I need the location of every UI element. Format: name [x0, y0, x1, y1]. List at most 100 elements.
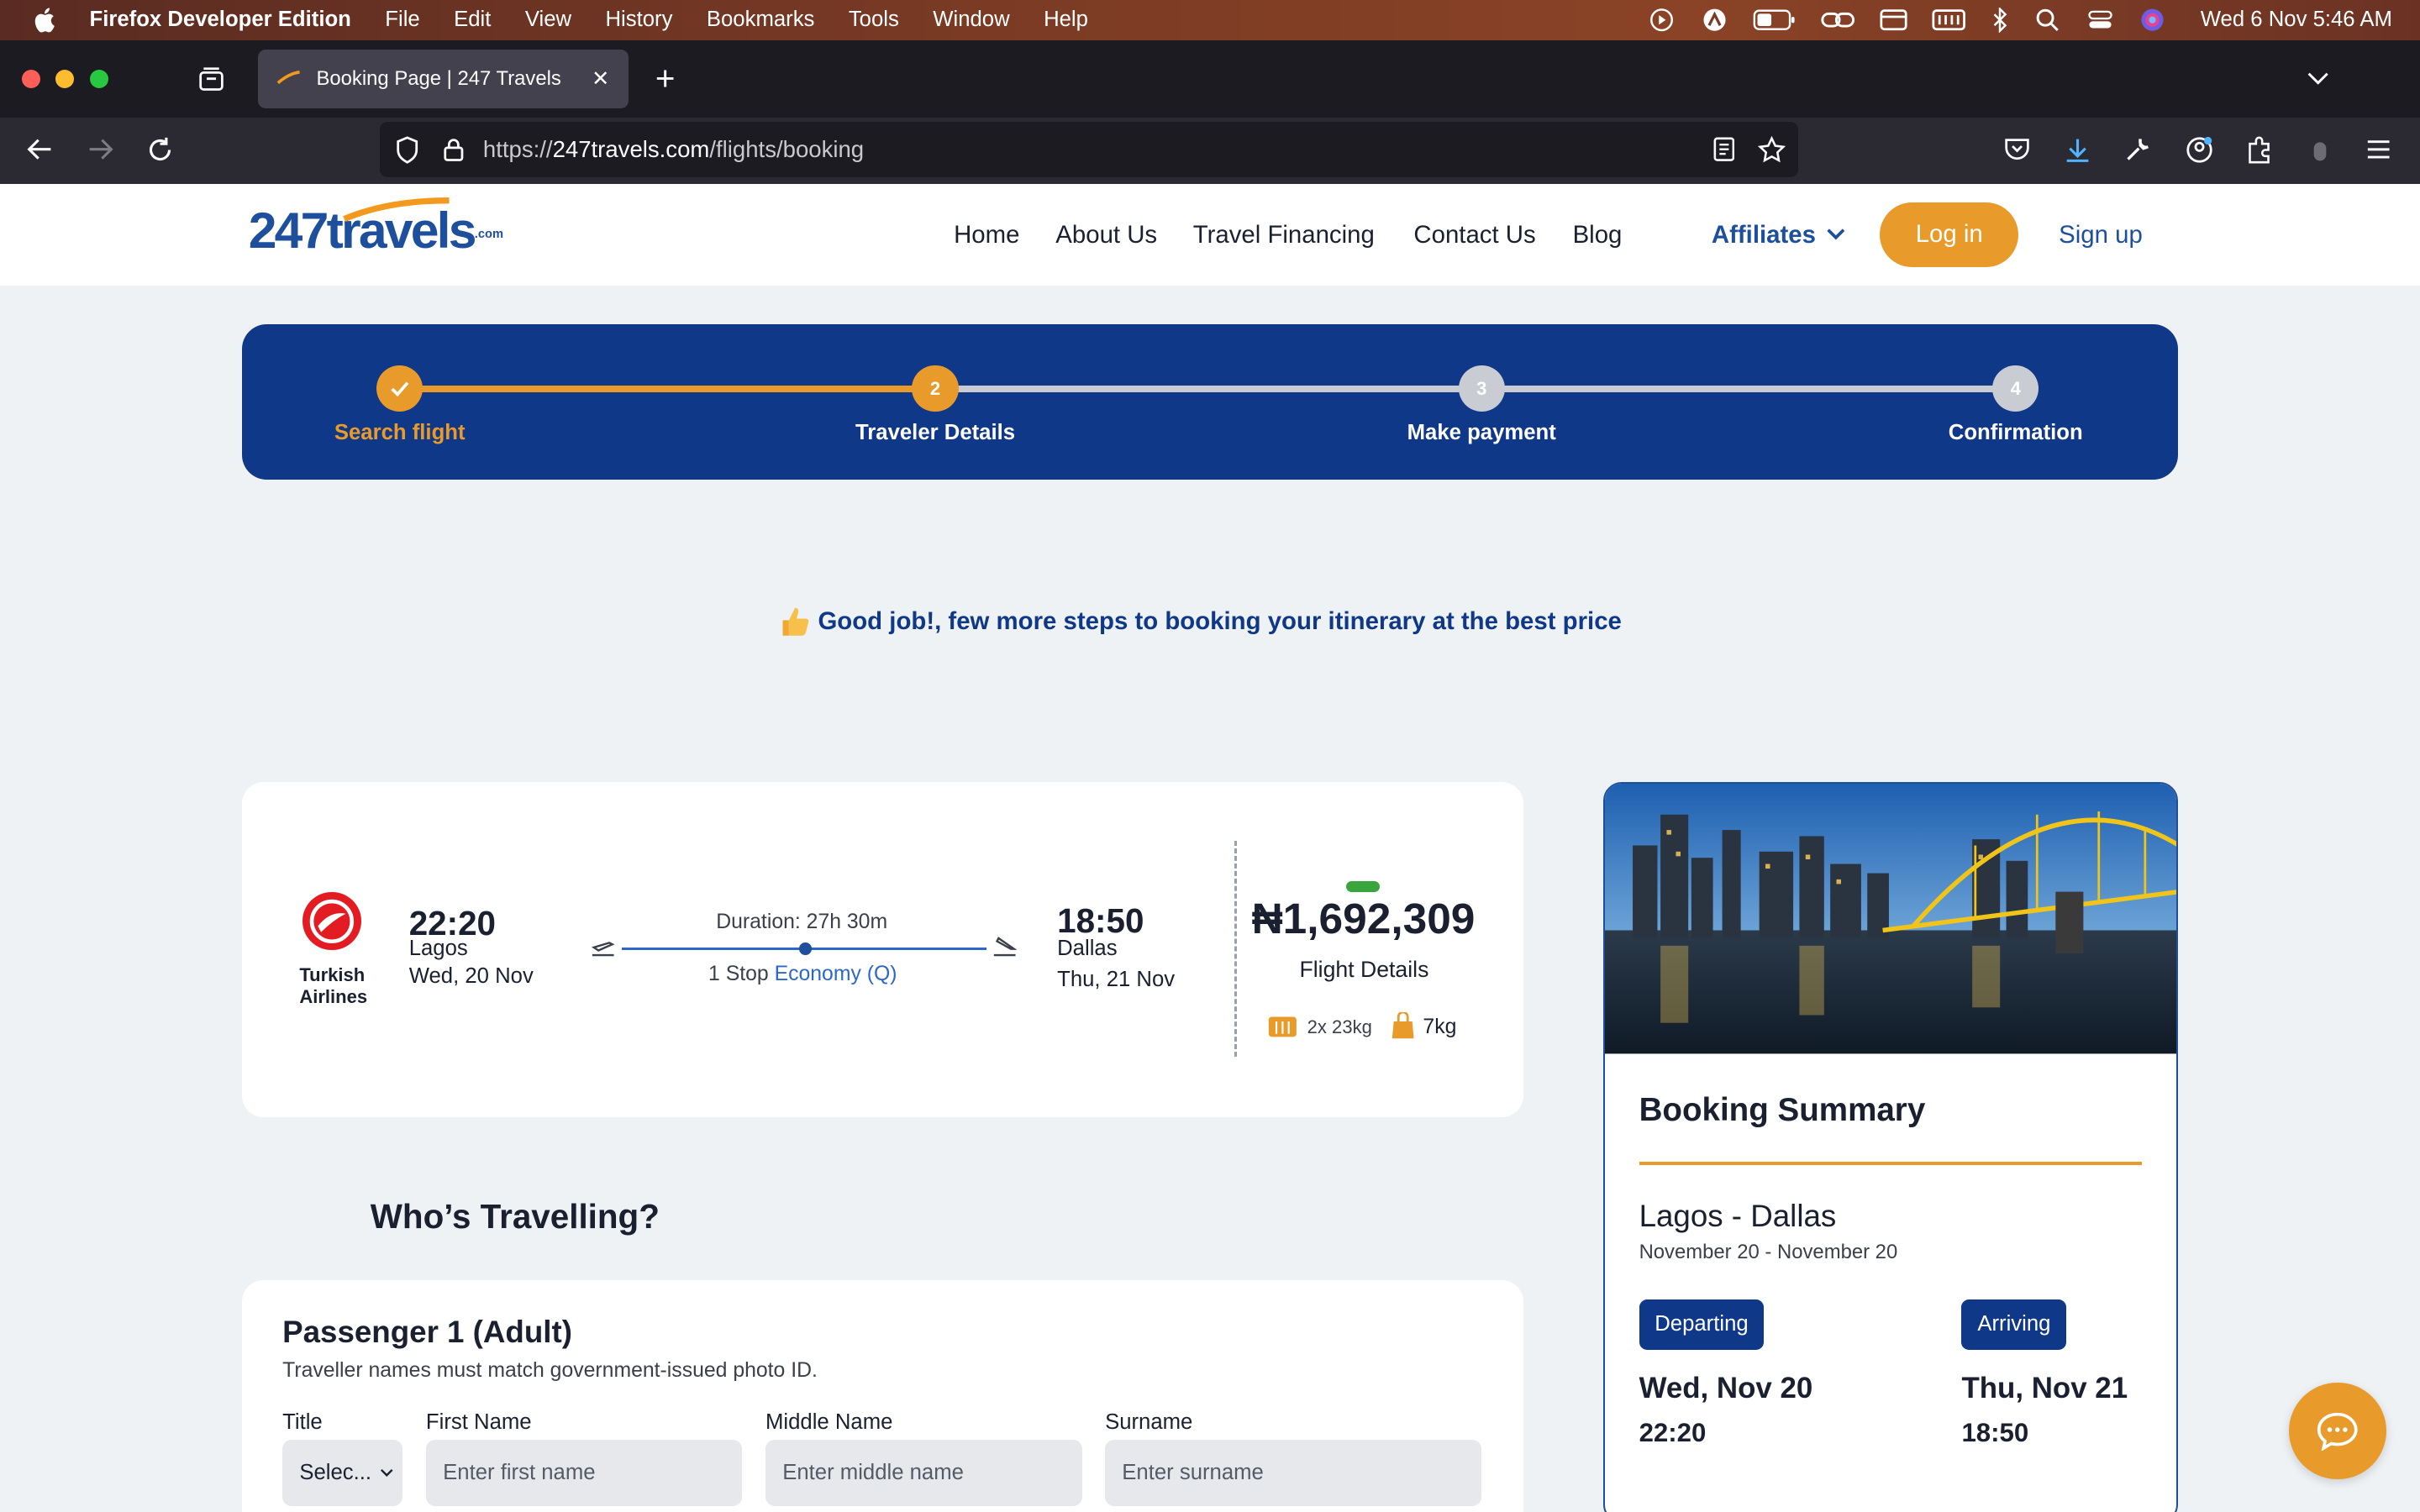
price-tag-indicator: [1345, 880, 1380, 892]
first-name-input[interactable]: Enter first name: [425, 1439, 743, 1506]
apple-icon[interactable]: [34, 8, 55, 33]
link-icon[interactable]: [1821, 8, 1855, 32]
menu-view[interactable]: View: [525, 8, 571, 32]
malwarebytes-icon[interactable]: [1701, 8, 1728, 32]
stops-count: 1 Stop: [708, 963, 769, 986]
list-all-tabs-icon[interactable]: [2302, 63, 2333, 94]
downloads-icon[interactable]: [2062, 134, 2093, 165]
menu-window[interactable]: Window: [933, 8, 1009, 32]
new-tab-icon[interactable]: +: [650, 59, 681, 97]
extensions-icon[interactable]: [2244, 134, 2275, 165]
affiliates-dropdown[interactable]: Affiliates: [1712, 221, 1847, 249]
cabin-baggage: 7kg: [1423, 1015, 1457, 1038]
summary-arriving-time: 18:50: [1961, 1417, 2029, 1447]
battery-icon[interactable]: [1753, 8, 1796, 32]
menu-history[interactable]: History: [605, 8, 672, 32]
takeoff-icon: [592, 941, 615, 957]
cabin-class-link[interactable]: Economy (Q): [775, 963, 897, 985]
tab-close-icon[interactable]: ✕: [592, 66, 610, 92]
checked-baggage: 2x 23kg: [1307, 1016, 1372, 1038]
url-text[interactable]: https://247travels.com/flights/booking: [483, 136, 864, 163]
departing-badge: Departing: [1639, 1299, 1765, 1351]
window-zoom-button[interactable]: [89, 69, 108, 88]
travellers-heading: Who’s Travelling?: [370, 1197, 660, 1236]
chat-button[interactable]: [2288, 1382, 2386, 1480]
tracking-shield-icon[interactable]: [393, 135, 421, 164]
stopover-dot: [799, 942, 813, 955]
keyboard-icon[interactable]: [1932, 8, 1966, 32]
middle-name-input[interactable]: Enter middle name: [765, 1439, 1082, 1506]
arriving-badge: Arriving: [1961, 1299, 2067, 1351]
title-label: Title: [282, 1410, 323, 1434]
nav-contact-us[interactable]: Contact Us: [1413, 221, 1535, 249]
back-icon[interactable]: [24, 134, 55, 165]
menubar-clock[interactable]: Wed 6 Nov 5:46 AM: [2201, 8, 2392, 32]
account-icon[interactable]: [2184, 134, 2215, 165]
surname-label: Surname: [1105, 1410, 1193, 1434]
hamburger-menu-icon[interactable]: [2363, 134, 2394, 165]
forward-icon[interactable]: [85, 134, 116, 165]
airline-name-line1: Turkish: [299, 963, 366, 985]
airline-name: Turkish Airlines: [299, 963, 368, 1007]
plane-favicon-icon: [276, 71, 300, 85]
control-center-icon[interactable]: [2086, 8, 2114, 32]
menu-help[interactable]: Help: [1044, 8, 1088, 32]
window-close-button[interactable]: [21, 69, 40, 88]
spotlight-search-icon[interactable]: [2033, 8, 2061, 32]
devtools-wrench-icon[interactable]: [2122, 134, 2153, 165]
summary-departing-time: 22:20: [1639, 1417, 1707, 1447]
airline-name-line2: Airlines: [299, 985, 368, 1007]
nav-about-us[interactable]: About Us: [1055, 221, 1157, 249]
step-1-label[interactable]: Search flight: [334, 421, 466, 445]
summary-dates: November 20 - November 20: [1639, 1240, 1898, 1263]
landing-icon: [993, 936, 1018, 957]
progress-message: Good job!, few more steps to booking you…: [778, 605, 1622, 638]
card-divider: [1234, 841, 1237, 1058]
flight-details-link[interactable]: Flight Details: [1300, 957, 1429, 983]
menu-bookmarks[interactable]: Bookmarks: [707, 8, 815, 32]
first-name-label: First Name: [425, 1410, 532, 1434]
chat-bubble-icon: [2317, 1412, 2358, 1452]
pocket-icon[interactable]: [2002, 134, 2033, 165]
play-icon[interactable]: [1648, 8, 1676, 32]
passenger-title: Passenger 1 (Adult): [282, 1314, 572, 1349]
affiliates-label: Affiliates: [1711, 220, 1816, 249]
surname-input[interactable]: Enter surname: [1105, 1439, 1482, 1506]
reload-icon[interactable]: [145, 134, 176, 165]
title-select[interactable]: Selec...: [282, 1439, 403, 1506]
chevron-down-icon: [1827, 228, 1845, 240]
step-2-label: Traveler Details: [855, 421, 1016, 445]
logo-swoosh-icon: [343, 197, 450, 223]
tab-booking-page[interactable]: Booking Page | 247 Travels ✕: [257, 49, 629, 108]
city-skyline-image: [1605, 784, 2176, 1054]
title-select-value: Selec...: [299, 1460, 372, 1484]
step-3-badge: 3: [1458, 365, 1505, 412]
site-logo[interactable]: 247travels.com: [249, 197, 503, 260]
menubar-app-name[interactable]: Firefox Developer Edition: [90, 8, 351, 32]
stops-info: 1 Stop Economy (Q): [708, 963, 897, 986]
bluetooth-icon[interactable]: [1991, 8, 2009, 33]
extension-badge-icon[interactable]: [2304, 134, 2335, 165]
arrive-city: Dallas: [1057, 936, 1118, 960]
nav-blog[interactable]: Blog: [1573, 221, 1623, 249]
summary-route: Lagos - Dallas: [1639, 1199, 1837, 1234]
bookmark-star-icon[interactable]: [1756, 134, 1787, 165]
menu-tools[interactable]: Tools: [849, 8, 899, 32]
nav-home[interactable]: Home: [954, 221, 1019, 249]
reader-view-icon[interactable]: [1710, 136, 1738, 164]
window-minimize-button[interactable]: [55, 69, 75, 88]
signup-link[interactable]: Sign up: [2059, 221, 2143, 249]
window-icon[interactable]: [1880, 8, 1907, 32]
turkish-airlines-logo: [302, 891, 361, 951]
lock-icon[interactable]: [439, 136, 467, 164]
url-bar[interactable]: https://247travels.com/flights/booking: [379, 122, 1798, 178]
chevron-down-icon: [380, 1468, 393, 1477]
login-button[interactable]: Log in: [1880, 202, 2019, 267]
stepper-track-complete: [399, 386, 936, 392]
tab-overview-icon[interactable]: [196, 63, 227, 94]
siri-icon[interactable]: [2139, 8, 2166, 32]
nav-travel-financing[interactable]: Travel Financing: [1193, 221, 1375, 249]
menu-file[interactable]: File: [385, 8, 419, 32]
step-4-label: Confirmation: [1948, 421, 2083, 445]
menu-edit[interactable]: Edit: [454, 8, 491, 32]
